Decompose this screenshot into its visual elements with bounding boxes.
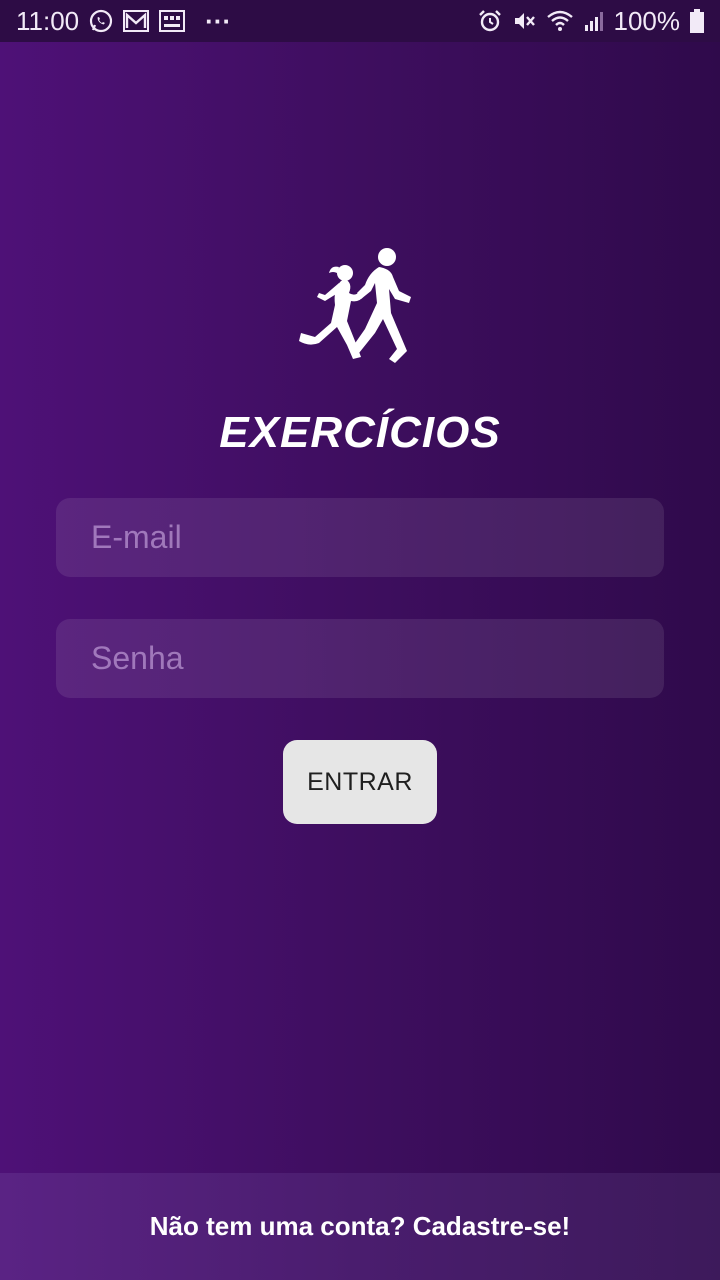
alarm-icon	[478, 8, 502, 34]
signup-label: Não tem uma conta? Cadastre-se!	[149, 1211, 571, 1241]
app-logo: EXERCÍCIOS	[0, 245, 720, 458]
gmail-icon	[123, 8, 150, 34]
email-field[interactable]	[56, 498, 664, 577]
news-icon	[159, 8, 186, 34]
wifi-icon	[546, 8, 574, 34]
password-field[interactable]	[56, 619, 664, 698]
app-title: EXERCÍCIOS	[219, 408, 501, 457]
status-time: 11:00	[16, 5, 80, 36]
signup-link[interactable]: Não tem uma conta? Cadastre-se!	[0, 1173, 720, 1280]
status-bar: 11:00 ··· 100%	[0, 0, 720, 42]
status-overflow: ···	[205, 5, 232, 36]
battery-icon	[690, 8, 704, 34]
whatsapp-icon	[89, 8, 113, 34]
login-button[interactable]: ENTRAR	[283, 740, 437, 824]
mute-icon	[512, 8, 536, 34]
signal-icon	[584, 8, 604, 34]
battery-level: 100%	[613, 5, 681, 36]
status-right: 100%	[478, 5, 704, 37]
runners-icon	[295, 245, 425, 390]
status-left: 11:00 ···	[16, 6, 231, 37]
